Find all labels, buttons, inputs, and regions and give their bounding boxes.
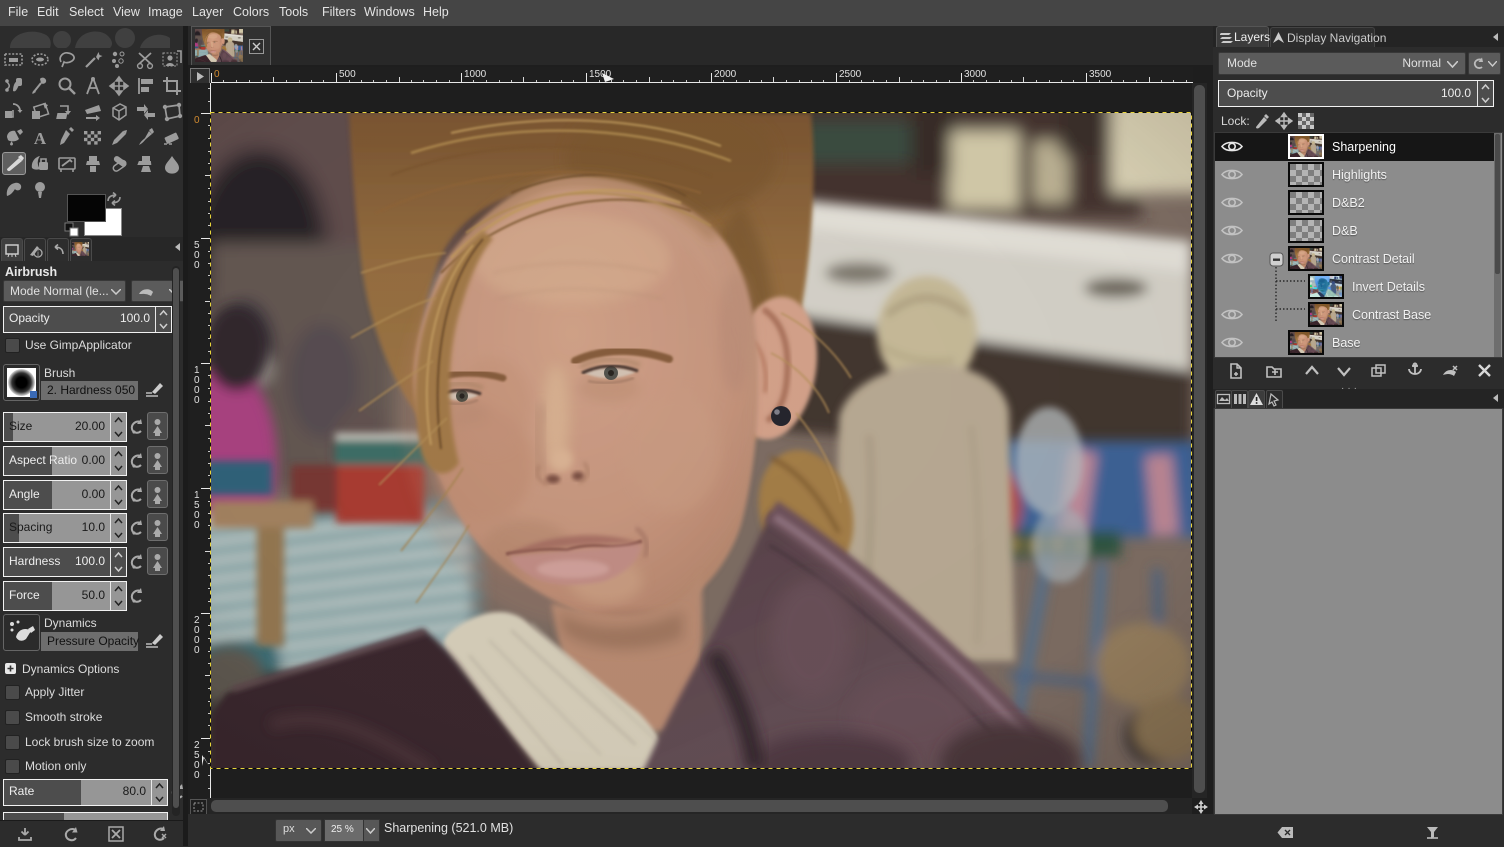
svg-text:0: 0 — [194, 395, 200, 406]
svg-text:3500: 3500 — [1089, 69, 1112, 80]
svg-text:2500: 2500 — [839, 69, 862, 80]
svg-text:A: A — [34, 129, 47, 148]
svg-text:0: 0 — [194, 260, 200, 271]
svg-text:1000: 1000 — [464, 69, 487, 80]
svg-text:0: 0 — [194, 770, 200, 781]
svg-text:0: 0 — [194, 520, 200, 531]
svg-text:i: i — [37, 249, 39, 258]
svg-text:0: 0 — [214, 69, 220, 80]
svg-text:0: 0 — [194, 115, 200, 126]
svg-text:2000: 2000 — [714, 69, 737, 80]
svg-text:0: 0 — [194, 645, 200, 656]
svg-text:3000: 3000 — [964, 69, 987, 80]
svg-text:500: 500 — [339, 69, 356, 80]
